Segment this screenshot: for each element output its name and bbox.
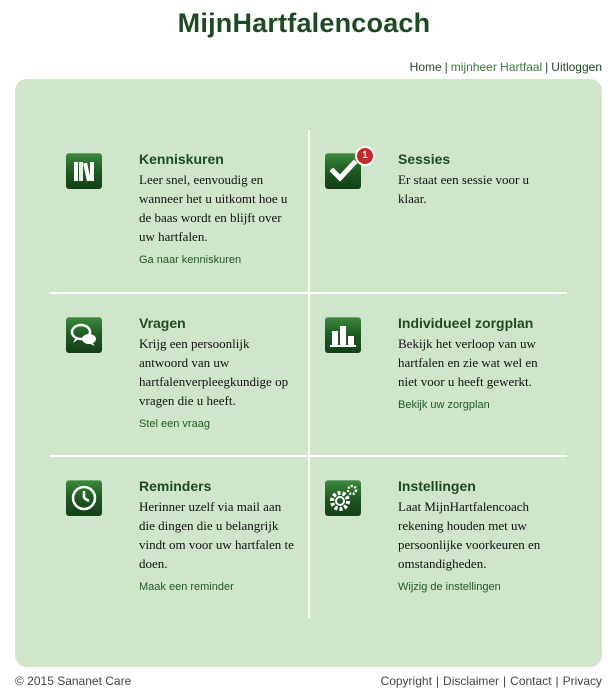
footer-link-privacy[interactable]: Privacy bbox=[563, 674, 602, 688]
nav-separator: | bbox=[444, 60, 448, 74]
gears-icon[interactable] bbox=[325, 480, 361, 516]
bar-chart-icon[interactable] bbox=[325, 317, 361, 353]
tile-description: Leer snel, eenvoudig en wanneer het u ui… bbox=[139, 172, 288, 244]
instellingen-link[interactable]: Wijzig de instellingen bbox=[398, 580, 558, 594]
footer-separator: | bbox=[503, 674, 507, 688]
tile-title[interactable]: Vragen bbox=[139, 314, 299, 332]
tile-title[interactable]: Reminders bbox=[139, 477, 299, 495]
site-title: MijnHartfalencoach bbox=[177, 8, 431, 38]
footer-copyright: © 2015 Sananet Care bbox=[15, 674, 132, 688]
tile-description: Herinner uzelf via mail aan die dingen d… bbox=[139, 499, 294, 571]
tile-title[interactable]: Instellingen bbox=[398, 477, 558, 495]
top-navigation: Home | mijnheer Hartfaal | Uitloggen bbox=[410, 60, 602, 74]
notification-badge: 1 bbox=[355, 146, 375, 166]
nav-link-user[interactable]: mijnheer Hartfaal bbox=[451, 60, 542, 74]
nav-link-home[interactable]: Home bbox=[410, 60, 442, 74]
tile-title[interactable]: Kenniskuren bbox=[139, 150, 299, 168]
tile-title[interactable]: Individueel zorgplan bbox=[398, 314, 558, 332]
reminders-link[interactable]: Maak een reminder bbox=[139, 580, 299, 594]
footer-separator: | bbox=[555, 674, 559, 688]
speech-bubbles-icon[interactable] bbox=[66, 317, 102, 353]
footer-link-copyright[interactable]: Copyright bbox=[381, 674, 432, 688]
footer-link-disclaimer[interactable]: Disclaimer bbox=[443, 674, 499, 688]
clock-icon[interactable] bbox=[66, 480, 102, 516]
grid-divider-horizontal bbox=[50, 455, 567, 457]
tile-description: Laat MijnHartfalencoach rekening houden … bbox=[398, 499, 541, 571]
zorgplan-link[interactable]: Bekijk uw zorgplan bbox=[398, 398, 558, 412]
kenniskuren-link[interactable]: Ga naar kenniskuren bbox=[139, 253, 299, 267]
footer-separator: | bbox=[435, 674, 440, 688]
grid-divider-vertical bbox=[308, 130, 310, 618]
tile-title[interactable]: Sessies bbox=[398, 150, 558, 168]
grid-divider-horizontal bbox=[50, 292, 567, 294]
vragen-link[interactable]: Stel een vraag bbox=[139, 417, 299, 431]
footer-links: Copyright | Disclaimer | Contact | Privacy bbox=[381, 674, 602, 688]
tile-description: Er staat een sessie voor u klaar. bbox=[398, 172, 530, 206]
tile-description: Bekijk het verloop van uw hartfalen en z… bbox=[398, 336, 538, 389]
footer-link-contact[interactable]: Contact bbox=[510, 674, 551, 688]
nav-separator: | bbox=[545, 60, 549, 74]
books-icon[interactable] bbox=[66, 153, 102, 189]
tile-description: Krijg een persoonlijk antwoord van uw ha… bbox=[139, 336, 289, 408]
nav-link-logout[interactable]: Uitloggen bbox=[551, 60, 602, 74]
